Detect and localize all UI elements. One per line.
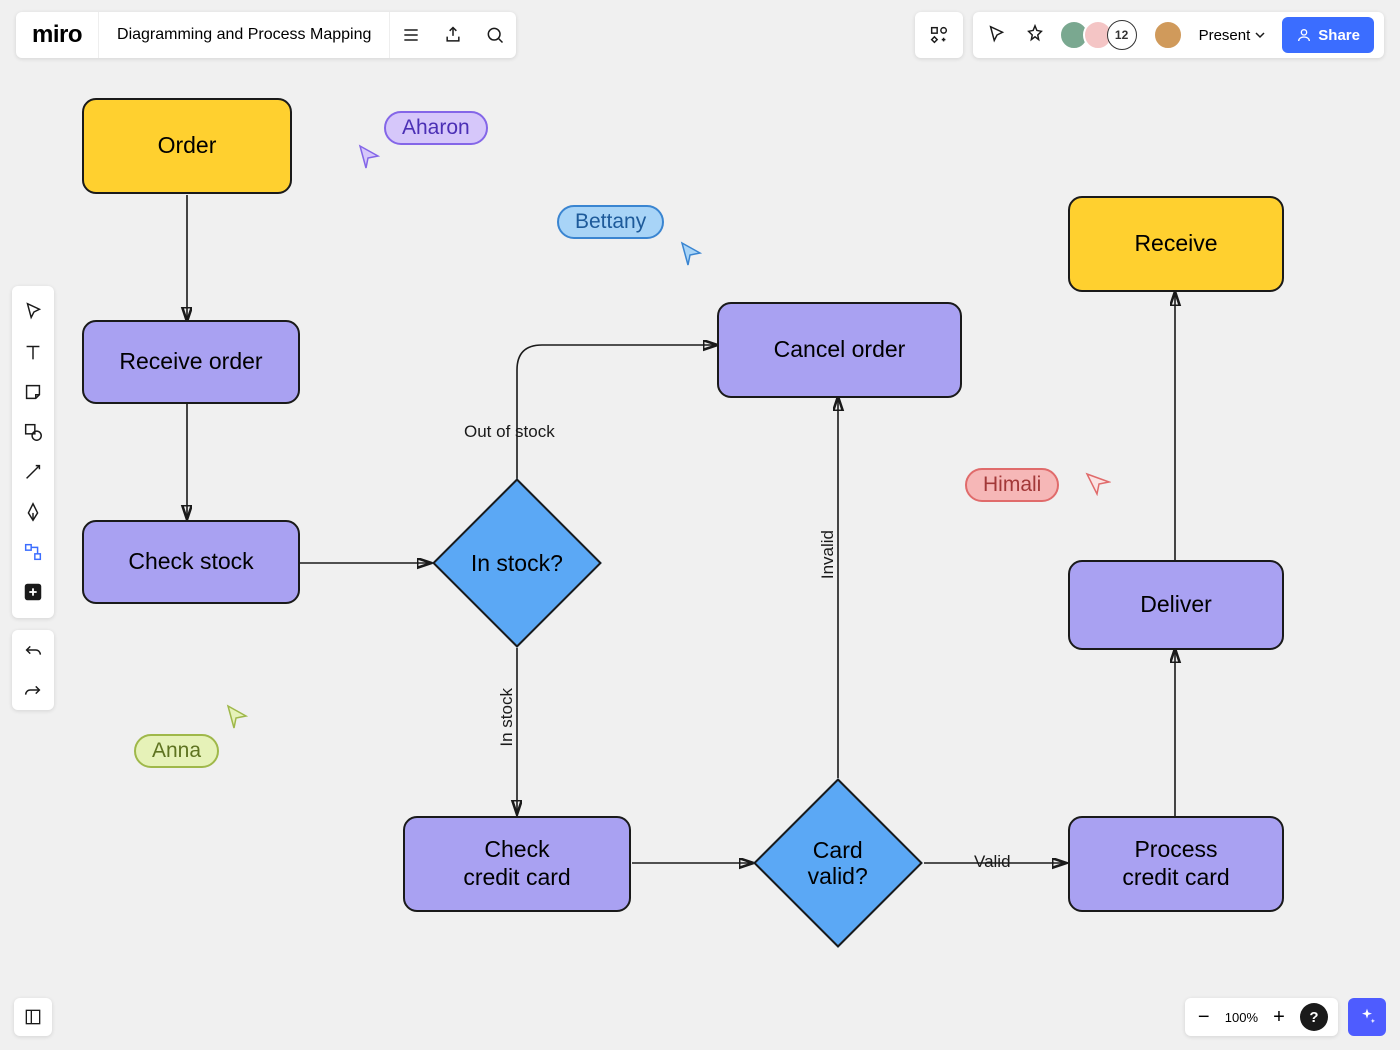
reactions-icon[interactable] xyxy=(1021,21,1049,49)
user-avatar[interactable] xyxy=(1153,20,1183,50)
node-cancel-order[interactable]: Cancel order xyxy=(717,302,962,398)
share-label: Share xyxy=(1318,27,1360,44)
connector-tool-icon[interactable] xyxy=(12,452,54,492)
shape-tool-icon[interactable] xyxy=(12,412,54,452)
zoom-in-button[interactable]: + xyxy=(1270,1006,1288,1029)
node-check-stock[interactable]: Check stock xyxy=(82,520,300,604)
left-toolbar xyxy=(12,286,54,618)
redo-icon[interactable] xyxy=(12,670,54,710)
node-receive[interactable]: Receive xyxy=(1068,196,1284,292)
select-tool-icon[interactable] xyxy=(12,292,54,332)
cursor-tag-himali: Himali xyxy=(965,468,1059,502)
cursor-mode-icon[interactable] xyxy=(983,21,1011,49)
cursor-pointer-icon xyxy=(678,241,704,267)
menu-icon[interactable] xyxy=(390,12,432,58)
present-button[interactable]: Present xyxy=(1193,27,1273,44)
collaborator-avatars[interactable]: 12 xyxy=(1059,20,1137,50)
cursor-tag-aharon: Aharon xyxy=(384,111,488,145)
canvas[interactable]: Order Receive order Check stock In stock… xyxy=(0,0,1400,1050)
node-check-credit-card[interactable]: Check credit card xyxy=(403,816,631,912)
cursor-pointer-icon xyxy=(356,144,382,170)
board-title[interactable]: Diagramming and Process Mapping xyxy=(99,12,390,58)
undo-icon[interactable] xyxy=(12,630,54,670)
search-icon[interactable] xyxy=(474,12,516,58)
edge-label-in-stock: In stock xyxy=(497,688,517,747)
apps-icon[interactable] xyxy=(925,21,953,49)
help-button[interactable]: ? xyxy=(1300,1003,1328,1031)
node-process-credit-card[interactable]: Process credit card xyxy=(1068,816,1284,912)
cursor-pointer-icon xyxy=(1085,470,1111,496)
node-label: In stock? xyxy=(471,550,563,576)
node-order[interactable]: Order xyxy=(82,98,292,194)
node-in-stock-q[interactable]: In stock? xyxy=(432,478,602,648)
zoom-value[interactable]: 100% xyxy=(1225,1010,1258,1025)
pen-tool-icon[interactable] xyxy=(12,492,54,532)
app-logo[interactable]: miro xyxy=(16,12,99,58)
person-icon xyxy=(1296,27,1312,43)
diagram-tool-icon[interactable] xyxy=(12,532,54,572)
zoom-out-button[interactable]: − xyxy=(1195,1006,1213,1029)
cursor-tag-anna: Anna xyxy=(134,734,219,768)
cursor-pointer-icon xyxy=(224,704,250,730)
ai-assist-button[interactable] xyxy=(1348,998,1386,1036)
present-label: Present xyxy=(1199,27,1251,44)
edge-label-valid: Valid xyxy=(974,852,1011,872)
node-receive-order[interactable]: Receive order xyxy=(82,320,300,404)
node-deliver[interactable]: Deliver xyxy=(1068,560,1284,650)
cursor-tag-bettany: Bettany xyxy=(557,205,664,239)
text-tool-icon[interactable] xyxy=(12,332,54,372)
frames-panel-icon[interactable] xyxy=(14,998,52,1036)
node-label: Card valid? xyxy=(808,837,868,890)
share-button[interactable]: Share xyxy=(1282,17,1374,53)
edge-label-invalid: Invalid xyxy=(818,530,838,579)
sticky-note-tool-icon[interactable] xyxy=(12,372,54,412)
flowchart-edges xyxy=(0,0,1400,1050)
avatar-count[interactable]: 12 xyxy=(1107,20,1137,50)
add-tool-icon[interactable] xyxy=(12,572,54,612)
node-card-valid-q[interactable]: Card valid? xyxy=(753,778,923,948)
export-icon[interactable] xyxy=(432,12,474,58)
edge-label-out-of-stock: Out of stock xyxy=(464,422,555,442)
zoom-controls: − 100% + ? xyxy=(1185,998,1338,1036)
chevron-down-icon xyxy=(1254,29,1266,41)
